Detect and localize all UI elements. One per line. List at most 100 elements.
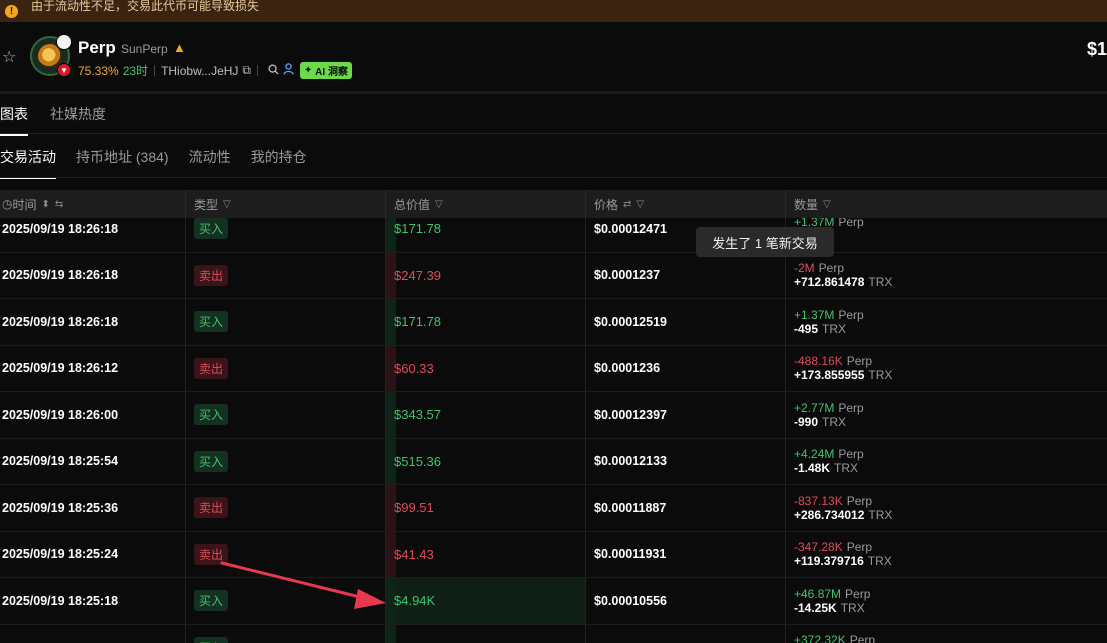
trade-time: 2025/09/19 18:26:18 <box>0 299 186 345</box>
trade-time-text: 2025/09/19 18:26:18 <box>2 268 119 283</box>
trade-type: 买入 <box>186 392 386 438</box>
star-icon[interactable]: ☆ <box>2 47 16 67</box>
filter-icon[interactable]: ▽ <box>223 199 231 210</box>
trade-total: $247.39 <box>386 252 586 298</box>
trade-price-value: $0.00011887 <box>594 500 667 515</box>
trade-price: $0.00011931 <box>586 531 786 577</box>
trade-type-badge: 买入 <box>194 311 229 333</box>
token-amount-value: +46.87M <box>794 586 842 601</box>
filter-icon[interactable]: ▽ <box>823 199 831 210</box>
trade-price: $0.00012397 <box>586 392 786 438</box>
trade-time: 2025/09/19 18:25:24 <box>0 531 186 577</box>
search-icon[interactable] <box>268 63 279 78</box>
header-divider <box>0 91 1107 94</box>
ai-insight-button[interactable]: ✦ AI 洞察 <box>300 62 352 79</box>
user-icon[interactable] <box>283 63 294 78</box>
trade-total-value: $171.78 <box>394 314 441 330</box>
trade-type: 买入 <box>186 218 386 252</box>
trx-amount-value: +286.734012 <box>794 507 865 522</box>
trade-price: $0.00012133 <box>586 438 786 484</box>
tab-liquidity[interactable]: 流动性 <box>189 147 231 179</box>
tab-my-position[interactable]: 我的持仓 <box>251 147 307 179</box>
trade-amount: +1.37M Perp -495 TRX <box>786 299 1107 345</box>
swap-icon[interactable]: ⇄ <box>623 199 631 210</box>
header-amount[interactable]: 数量 ▽ <box>786 190 1107 218</box>
trade-amount: -488.16K Perp +173.855955 TRX <box>786 346 1107 392</box>
token-amount-unit: Perp <box>846 354 873 369</box>
trx-amount-value: -14.25K <box>794 600 837 615</box>
trade-total-value: $247.39 <box>394 267 441 283</box>
table-row[interactable]: 买入 +372.32KPerp <box>0 624 1107 643</box>
trade-total-value: $515.36 <box>394 453 441 469</box>
token-amount: -488.16K Perp <box>794 354 872 368</box>
trade-amount: +2.77M Perp -990 TRX <box>786 392 1107 438</box>
token-header: ☆ ▼ Perp SunPerp ▲ 75.33% 23时 THiobw...J… <box>0 27 1107 89</box>
table-row[interactable]: 2025/09/19 18:26:12 卖出 $60.33 $0.0001236 -48… <box>0 345 1107 392</box>
trade-total-value: $4.94K <box>394 593 436 609</box>
trade-total <box>386 624 586 643</box>
trx-amount-unit: TRX <box>868 368 893 383</box>
filter-icon[interactable]: ▽ <box>636 199 644 210</box>
trade-amount: +4.24M Perp -1.48K TRX <box>786 439 1107 485</box>
tab-holders[interactable]: 持币地址 (384) <box>76 147 169 179</box>
trx-amount-unit: TRX <box>834 461 859 476</box>
token-amount-value: -347.28K <box>794 540 843 555</box>
trx-amount-unit: TRX <box>822 321 847 336</box>
trade-price: $0.0001236 <box>586 345 786 391</box>
tab-chart[interactable]: 图表 <box>0 104 28 136</box>
table-row[interactable]: 2025/09/19 18:26:18 卖出 $247.39 $0.0001237 -2… <box>0 252 1107 299</box>
trade-price-value: $0.00011931 <box>594 547 667 562</box>
trade-time: 2025/09/19 18:26:18 <box>0 218 186 252</box>
table-row[interactable]: 2025/09/19 18:25:36 卖出 $99.51 $0.00011887 -8… <box>0 485 1107 532</box>
contract-address: THiobw...JeHJ <box>161 63 239 78</box>
filter-icon[interactable]: ▽ <box>435 199 443 210</box>
trx-amount-value: +173.855955 <box>794 368 865 383</box>
token-amount: +372.32K Perp <box>794 633 875 643</box>
token-amount: +1.37M Perp <box>794 308 864 322</box>
table-row[interactable]: 2025/09/19 18:25:54 买入 $515.36 $0.00012133 +… <box>0 438 1107 485</box>
table-row[interactable]: 2025/09/19 18:25:24 卖出 $41.43 $0.00011931 -3… <box>0 531 1107 578</box>
trade-time-text: 2025/09/19 18:26:00 <box>2 407 119 422</box>
table-row[interactable]: 2025/09/19 18:26:18 买入 $171.78 $0.00012471 +… <box>0 218 1107 253</box>
trade-amount: -837.13K Perp +286.734012 TRX <box>786 485 1107 531</box>
trade-total-value: $171.78 <box>394 221 441 237</box>
header-total[interactable]: 总价值 ▽ <box>386 190 586 218</box>
trx-amount-unit: TRX <box>822 414 847 429</box>
token-change: 75.33% <box>78 63 119 78</box>
trade-type-badge: 卖出 <box>194 543 229 565</box>
table-rows: 2025/09/19 18:26:18 买入 $171.78 $0.00012471 +… <box>0 218 1107 643</box>
token-price: $1 <box>1086 39 1107 59</box>
trx-amount-value: +119.379716 <box>794 554 864 569</box>
activity-tabs: 交易活动 持币地址 (384) 流动性 我的持仓 <box>0 147 327 179</box>
trade-price-value: $0.00012519 <box>594 314 667 329</box>
token-amount-value: -488.16K <box>794 354 843 369</box>
sort-icon[interactable]: ⬍ <box>42 199 50 210</box>
token-amount-value: +2.77M <box>794 400 835 415</box>
trx-amount: +173.855955 TRX <box>794 368 892 382</box>
header-price[interactable]: 价格 ⇄ ▽ <box>586 190 786 218</box>
header-time[interactable]: ◷ 时间 ⬍ ⇆ <box>0 190 186 218</box>
trade-price-value: $0.00012133 <box>594 454 667 469</box>
liquidity-warning-banner: ! 由于流动性不足，交易此代币可能导致损失 <box>0 0 1107 22</box>
tabs-divider <box>0 133 1107 134</box>
banner-text: 由于流动性不足，交易此代币可能导致损失 <box>31 0 260 13</box>
token-amount-value: -2M <box>794 261 815 276</box>
trade-price-value: $0.0001237 <box>594 268 661 283</box>
trade-price-value: $0.00012397 <box>594 407 667 422</box>
alert-icon[interactable]: ▲ <box>173 40 186 55</box>
tab-trades[interactable]: 交易活动 <box>0 147 56 179</box>
trade-total-value: $60.33 <box>394 360 434 376</box>
trade-type-badge: 买入 <box>194 450 229 472</box>
table-row[interactable]: 2025/09/19 18:25:18 买入 $4.94K $0.00010556 +4… <box>0 578 1107 625</box>
trades-table: ◷ 时间 ⬍ ⇆ 类型 ▽ 总价值 ▽ 价格 ⇄ ▽ 数量 ▽ 2025/09/… <box>0 190 1107 643</box>
subtabs-divider <box>0 177 1107 178</box>
tab-social[interactable]: 社媒热度 <box>50 104 106 136</box>
trade-total: $99.51 <box>386 485 586 531</box>
token-amount-value: +1.37M <box>794 307 835 322</box>
trade-type-badge: 买入 <box>194 636 229 643</box>
table-row[interactable]: 2025/09/19 18:26:18 买入 $171.78 $0.00012519 +… <box>0 299 1107 346</box>
toggle-format-icon[interactable]: ⇆ <box>55 199 63 210</box>
table-row[interactable]: 2025/09/19 18:26:00 买入 $343.57 $0.00012397 +… <box>0 392 1107 439</box>
header-type[interactable]: 类型 ▽ <box>186 190 386 218</box>
copy-icon[interactable]: ⧉ <box>242 63 251 78</box>
